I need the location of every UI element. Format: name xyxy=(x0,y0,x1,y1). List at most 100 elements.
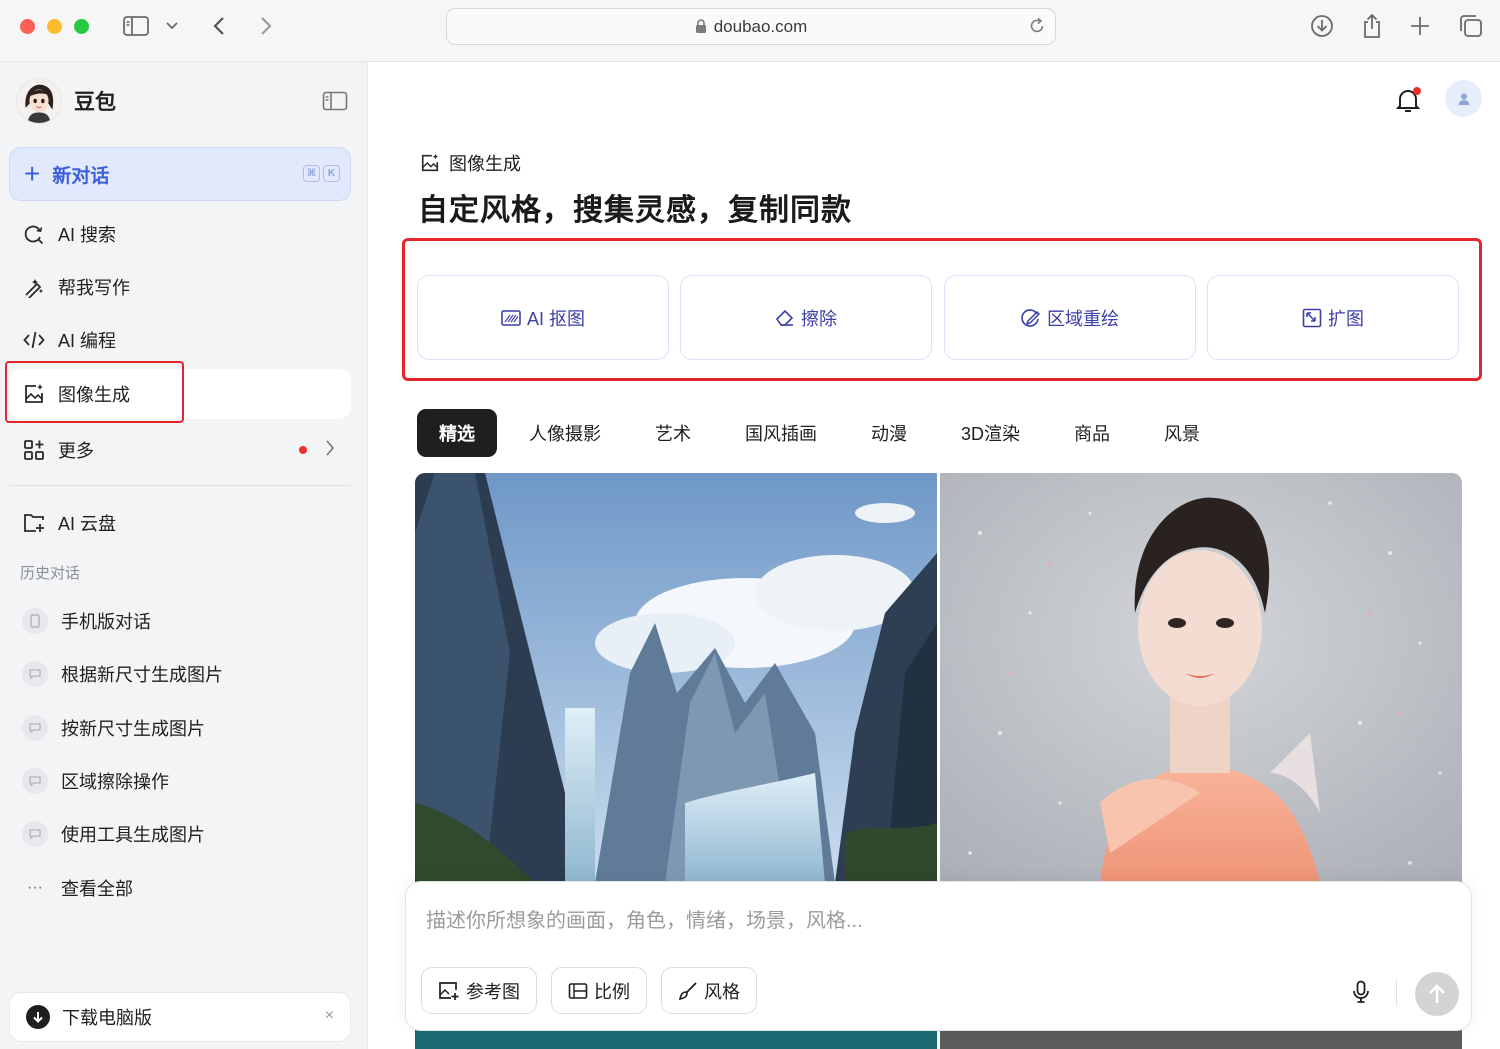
ellipsis-icon: ··· xyxy=(27,879,43,896)
chat-bubble-icon xyxy=(22,661,48,687)
apps-icon xyxy=(23,439,45,461)
tool-label: 区域重绘 xyxy=(1047,308,1119,329)
history-item[interactable]: 区域擦除操作 xyxy=(22,761,169,801)
sidebar-toggle-icon[interactable] xyxy=(122,12,150,40)
view-all-history[interactable]: ··· 查看全部 xyxy=(22,868,133,908)
tab-landscape[interactable]: 风景 xyxy=(1142,409,1222,457)
nav-label: 更多 xyxy=(58,441,94,461)
prompt-input[interactable]: 描述你所想象的画面，角色，情绪，场景，风格... xyxy=(426,904,863,933)
download-icon[interactable] xyxy=(1308,12,1336,40)
zoom-window-button[interactable] xyxy=(74,19,89,34)
erase-button[interactable]: 擦除 xyxy=(680,275,932,360)
download-arrow-icon xyxy=(26,1005,50,1029)
new-tab-icon[interactable] xyxy=(1406,12,1434,40)
cutout-icon xyxy=(501,309,521,326)
cloud-drive-icon xyxy=(23,512,45,534)
tool-label: 扩图 xyxy=(1328,308,1364,329)
nav-writing[interactable]: 帮我写作 xyxy=(9,262,351,312)
ratio-icon xyxy=(568,982,588,1000)
tab-chinese-illustration[interactable]: 国风插画 xyxy=(723,409,839,457)
minimize-window-button[interactable] xyxy=(47,19,62,34)
history-item[interactable]: 手机版对话 xyxy=(22,601,151,641)
share-icon[interactable] xyxy=(1358,12,1386,40)
browser-toolbar: doubao.com xyxy=(0,0,1500,62)
microphone-icon[interactable] xyxy=(1351,980,1371,1004)
tab-featured[interactable]: 精选 xyxy=(417,409,497,457)
brand-name: 豆包 xyxy=(74,91,116,114)
history-item[interactable]: 根据新尺寸生成图片 xyxy=(22,654,223,694)
forward-icon[interactable] xyxy=(252,12,280,40)
reference-image-button[interactable]: 参考图 xyxy=(421,967,537,1014)
chip-label: 比例 xyxy=(594,981,630,1002)
image-sparkle-icon xyxy=(420,153,440,173)
nav-label: 帮我写作 xyxy=(58,278,130,298)
gallery-image-peek xyxy=(940,1030,1462,1049)
tab-overview-icon[interactable] xyxy=(1457,12,1485,40)
history-label: 手机版对话 xyxy=(61,612,151,632)
chat-bubble-icon xyxy=(22,715,48,741)
sidebar: 豆包 + 新对话 ⌘ K AI 搜索 帮我写作 AI 编程 图像生成 更多 AI… xyxy=(0,62,368,1049)
page-title: 自定风格，搜集灵感，复制同款 xyxy=(418,194,852,227)
history-item[interactable]: 按新尺寸生成图片 xyxy=(22,708,205,748)
chevron-down-icon[interactable] xyxy=(161,12,183,40)
new-chat-label: 新对话 xyxy=(52,165,110,187)
user-avatar-icon[interactable] xyxy=(1445,80,1482,117)
collapse-sidebar-icon[interactable] xyxy=(322,90,348,112)
tab-3d-render[interactable]: 3D渲染 xyxy=(939,409,1042,457)
back-icon[interactable] xyxy=(205,12,233,40)
send-button[interactable] xyxy=(1415,972,1459,1016)
search-refresh-icon xyxy=(23,223,45,245)
expand-icon xyxy=(1302,308,1322,328)
redraw-icon xyxy=(1021,308,1041,328)
section-tag-label: 图像生成 xyxy=(449,154,521,174)
gallery-image-peek xyxy=(415,1030,937,1049)
new-chat-button[interactable]: + 新对话 ⌘ K xyxy=(9,147,351,201)
url-text: doubao.com xyxy=(713,16,808,36)
expand-image-button[interactable]: 扩图 xyxy=(1207,275,1459,360)
download-desktop-banner[interactable]: 下载电脑版 × xyxy=(9,992,351,1042)
aspect-ratio-button[interactable]: 比例 xyxy=(551,967,647,1014)
reload-icon[interactable] xyxy=(1027,16,1047,36)
gallery-image-portrait-woman[interactable] xyxy=(940,473,1462,883)
tab-art[interactable]: 艺术 xyxy=(633,409,713,457)
download-label: 下载电脑版 xyxy=(62,1008,152,1028)
shortcut-hint: ⌘ K xyxy=(303,165,340,182)
ai-cutout-button[interactable]: AI 抠图 xyxy=(417,275,669,360)
tab-portrait[interactable]: 人像摄影 xyxy=(507,409,623,457)
plus-icon: + xyxy=(24,158,41,189)
notification-dot xyxy=(299,446,307,454)
nav-label: AI 搜索 xyxy=(58,225,117,245)
tool-label: AI 抠图 xyxy=(526,308,585,329)
nav-ai-cloud[interactable]: AI 云盘 xyxy=(9,498,351,548)
nav-ai-search[interactable]: AI 搜索 xyxy=(9,209,351,259)
nav-more[interactable]: 更多 xyxy=(9,425,351,475)
image-generation-highlight xyxy=(5,361,184,423)
image-plus-icon xyxy=(438,981,460,1001)
category-tabs: 精选 人像摄影 艺术 国风插画 动漫 3D渲染 商品 风景 xyxy=(417,409,1232,457)
tab-anime[interactable]: 动漫 xyxy=(849,409,929,457)
k-key: K xyxy=(323,165,340,182)
sidebar-divider xyxy=(9,485,351,486)
style-button[interactable]: 风格 xyxy=(661,967,757,1014)
composer-divider xyxy=(1396,980,1397,1006)
chip-label: 参考图 xyxy=(466,981,520,1002)
nav-label: AI 云盘 xyxy=(58,514,117,534)
history-label: 使用工具生成图片 xyxy=(61,825,205,845)
tab-product[interactable]: 商品 xyxy=(1052,409,1132,457)
chat-bubble-icon xyxy=(22,768,48,794)
prompt-composer: 描述你所想象的画面，角色，情绪，场景，风格... 参考图 比例 风格 xyxy=(405,881,1472,1031)
eraser-icon xyxy=(775,309,795,327)
code-icon xyxy=(23,329,45,351)
tool-label: 擦除 xyxy=(801,308,837,329)
chat-bubble-icon xyxy=(22,821,48,847)
history-item[interactable]: 使用工具生成图片 xyxy=(22,814,205,854)
close-window-button[interactable] xyxy=(20,19,35,34)
nav-coding[interactable]: AI 编程 xyxy=(9,315,351,365)
close-icon[interactable]: × xyxy=(325,1007,334,1025)
notification-dot xyxy=(1413,87,1421,95)
nav-label: AI 编程 xyxy=(58,331,117,351)
region-redraw-button[interactable]: 区域重绘 xyxy=(944,275,1196,360)
address-bar[interactable]: doubao.com xyxy=(446,8,1056,45)
brand[interactable]: 豆包 xyxy=(16,78,116,124)
gallery-image-mountain-waterfall[interactable] xyxy=(415,473,937,883)
